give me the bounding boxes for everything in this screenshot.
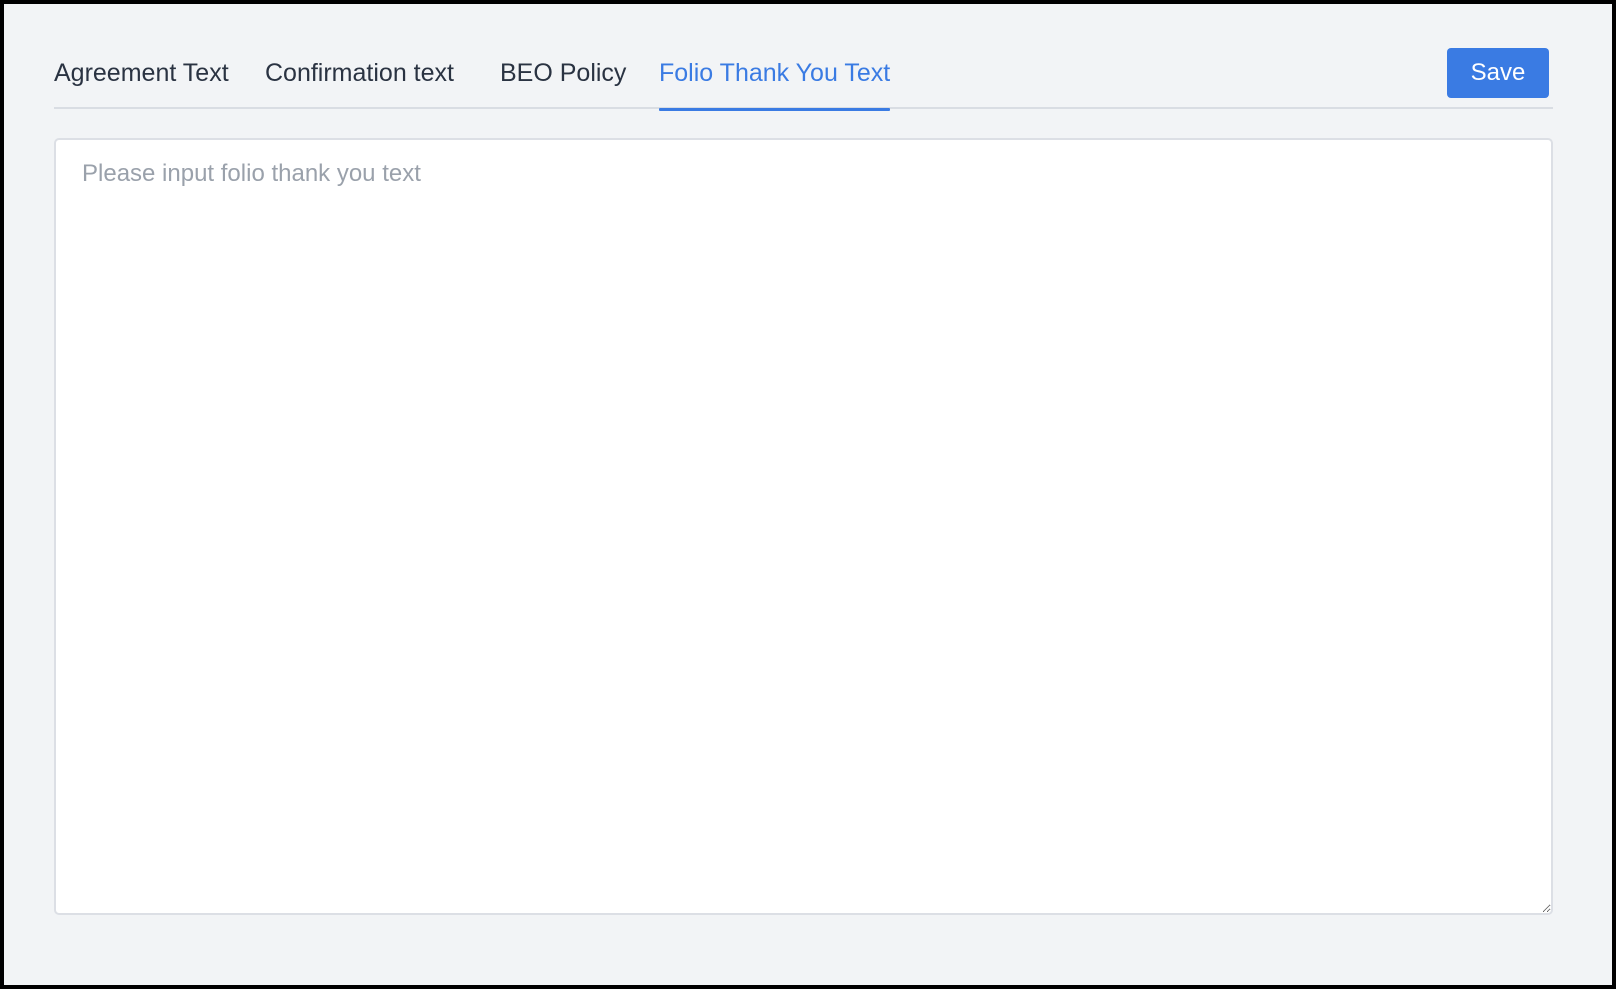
tab-beo-policy[interactable]: BEO Policy (500, 58, 626, 109)
folio-thank-you-text-input[interactable] (54, 138, 1553, 915)
settings-panel: Agreement Text Confirmation text BEO Pol… (4, 4, 1612, 985)
tab-folio-thank-you-text[interactable]: Folio Thank You Text (659, 58, 891, 111)
tab-agreement-text[interactable]: Agreement Text (54, 58, 229, 109)
tab-bar: Agreement Text Confirmation text BEO Pol… (54, 4, 1553, 111)
tab-confirmation-text[interactable]: Confirmation text (265, 58, 454, 109)
save-button[interactable]: Save (1447, 48, 1549, 98)
